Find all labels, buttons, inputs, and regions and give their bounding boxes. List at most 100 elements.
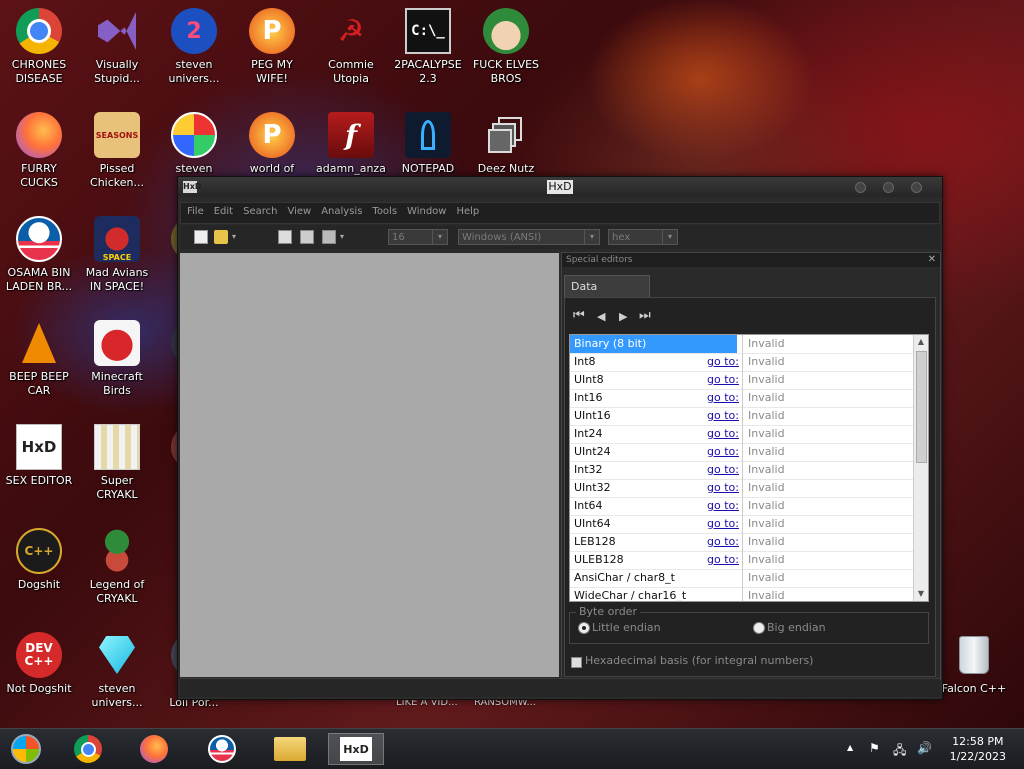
chevron-down-icon[interactable]: ▾ [232,230,240,244]
go-to-link[interactable]: go to: [707,517,739,530]
desktop-icon-notepad[interactable]: NOTEPAD [390,112,466,176]
data-inspector-grid[interactable]: Binary (8 bit) Invalid Int8 go to: Invalid UI… [569,334,929,602]
action-center-flag-icon[interactable]: ⚑ [869,741,880,755]
go-to-link[interactable]: go to: [707,553,739,566]
desktop-icon-deez-nutz[interactable]: Deez Nutz [468,112,544,176]
go-to-link[interactable]: go to: [707,445,739,458]
row-value[interactable]: Invalid [742,353,785,371]
document-area[interactable] [180,253,559,677]
scroll-down-icon[interactable]: ▼ [914,587,928,601]
desktop-icon-super-cryakl[interactable]: Super CRYAKL [79,424,155,502]
go-to-link[interactable]: go to: [707,427,739,440]
table-row[interactable]: Int32 go to: Invalid [570,461,913,480]
memory-icon[interactable] [278,230,292,244]
desktop-icon-mad-avians[interactable]: SPACE Mad Avians IN SPACE! [79,216,155,294]
table-row[interactable]: UInt24 go to: Invalid [570,443,913,462]
menu-view[interactable]: View [281,203,315,217]
table-row[interactable]: Int24 go to: Invalid [570,425,913,444]
go-to-link[interactable]: go to: [707,373,739,386]
little-endian-radio[interactable] [578,622,590,634]
table-row[interactable]: Int8 go to: Invalid [570,353,913,372]
desktop-icon-peg-my-wife[interactable]: P PEG MY WIFE! [234,8,310,86]
hxd-window[interactable]: HxD HxD File Edit Search View Analysis Tools W… [177,176,943,700]
taskbar-hxd[interactable]: HxD [328,733,384,765]
tab-data-inspector[interactable]: Data inspector [564,275,650,315]
row-value[interactable]: Invalid [742,533,785,551]
desktop-icon-dogshit[interactable]: C++ Dogshit [1,528,77,592]
go-to-link[interactable]: go to: [707,409,739,422]
row-value[interactable]: Invalid [742,425,785,443]
go-to-link[interactable]: go to: [707,463,739,476]
network-icon[interactable]: 🖧 [893,741,906,762]
row-value[interactable]: Invalid [742,515,785,533]
row-value[interactable]: Invalid [742,461,785,479]
table-row[interactable]: UInt32 go to: Invalid [570,479,913,498]
chevron-down-icon[interactable]: ▾ [584,230,599,244]
hxd-app-icon[interactable]: HxD [183,181,202,193]
menu-help[interactable]: Help [450,203,483,217]
row-value[interactable]: Invalid [742,587,785,601]
new-file-icon[interactable] [194,230,208,244]
maximize-button[interactable] [883,182,894,193]
vertical-scrollbar[interactable]: ▲ ▼ [913,335,928,601]
first-icon[interactable]: ⏮ [573,308,585,323]
row-value[interactable]: Invalid [742,407,785,425]
table-row[interactable]: LEB128 go to: Invalid [570,533,913,552]
window-titlebar[interactable]: HxD HxD [178,177,942,197]
row-value[interactable]: Invalid [742,479,785,497]
desktop-icon-steven-universe[interactable]: 2 steven univers... [156,8,232,86]
next-icon[interactable]: ▶ [619,310,627,323]
row-value[interactable]: Invalid [742,335,785,353]
table-row[interactable]: UInt64 go to: Invalid [570,515,913,534]
menu-analysis[interactable]: Analysis [315,203,366,217]
chevron-down-icon[interactable]: ▾ [432,230,447,244]
menu-search[interactable]: Search [237,203,281,217]
little-endian-label[interactable]: Little endian [592,621,661,634]
desktop-icon-osama[interactable]: OSAMA BIN LADEN BR... [1,216,77,294]
row-value[interactable]: Invalid [742,443,785,461]
desktop-icon-sex-editor[interactable]: HxD SEX EDITOR [1,424,77,488]
desktop-icon-chrones-disease[interactable]: CHRONES DISEASE [1,8,77,86]
disk-icon[interactable] [300,230,314,244]
row-value[interactable]: Invalid [742,389,785,407]
table-row[interactable]: UInt16 go to: Invalid [570,407,913,426]
chevron-down-icon[interactable]: ▾ [340,230,348,244]
big-endian-radio[interactable] [753,622,765,634]
clock[interactable]: 12:58 PM 1/22/2023 [950,734,1006,764]
desktop-icon-minecraft-birds[interactable]: Minecraft Birds [79,320,155,398]
chevron-down-icon[interactable]: ▾ [662,230,677,244]
show-hidden-icons-icon[interactable]: ▲ [847,743,853,752]
hex-basis-checkbox[interactable] [571,657,582,668]
taskbar-explorer[interactable] [262,733,318,765]
row-value[interactable]: Invalid [742,551,785,569]
go-to-link[interactable]: go to: [707,535,739,548]
desktop-icon-beep-beep-car[interactable]: BEEP BEEP CAR [1,320,77,398]
start-button[interactable] [0,733,52,765]
table-row[interactable]: Binary (8 bit) Invalid [570,335,913,354]
menu-edit[interactable]: Edit [208,203,237,217]
menu-window[interactable]: Window [401,203,450,217]
desktop-icon-not-dogshit[interactable]: DEV C++ Not Dogshit [1,632,77,696]
desktop-icon-falcon-cpp[interactable]: Falcon C++ [936,632,1012,696]
window-icon[interactable] [322,230,336,244]
minimize-button[interactable] [855,182,866,193]
row-value[interactable]: Invalid [742,497,785,515]
taskbar-chrome[interactable] [60,733,116,765]
desktop-icon-legend-of-cryakl[interactable]: Legend of CRYAKL [79,528,155,606]
desktop-icon-adamn-anza[interactable]: f adamn_anza [313,112,389,176]
menu-file[interactable]: File [181,203,208,217]
go-to-link[interactable]: go to: [707,391,739,404]
desktop-icon-pissed-chicken[interactable]: SEASONS Pissed Chicken... [79,112,155,190]
table-row[interactable]: UInt8 go to: Invalid [570,371,913,390]
hex-basis-label[interactable]: Hexadecimal basis (for integral numbers) [585,654,813,667]
desktop-icon-2pacalypse[interactable]: C:\_ 2PACALYPSE 2.3 [390,8,466,86]
table-row[interactable]: ULEB128 go to: Invalid [570,551,913,570]
table-row[interactable]: WideChar / char16_t Invalid [570,587,913,601]
desktop-icon-furry-cucks[interactable]: FURRY CUCKS [1,112,77,190]
taskbar-firefox[interactable] [126,733,182,765]
close-button[interactable] [911,182,922,193]
desktop-icon-world-of[interactable]: P world of [234,112,310,176]
table-row[interactable]: Int16 go to: Invalid [570,389,913,408]
last-icon[interactable]: ⏭ [639,308,651,323]
previous-icon[interactable]: ◀ [597,310,605,323]
